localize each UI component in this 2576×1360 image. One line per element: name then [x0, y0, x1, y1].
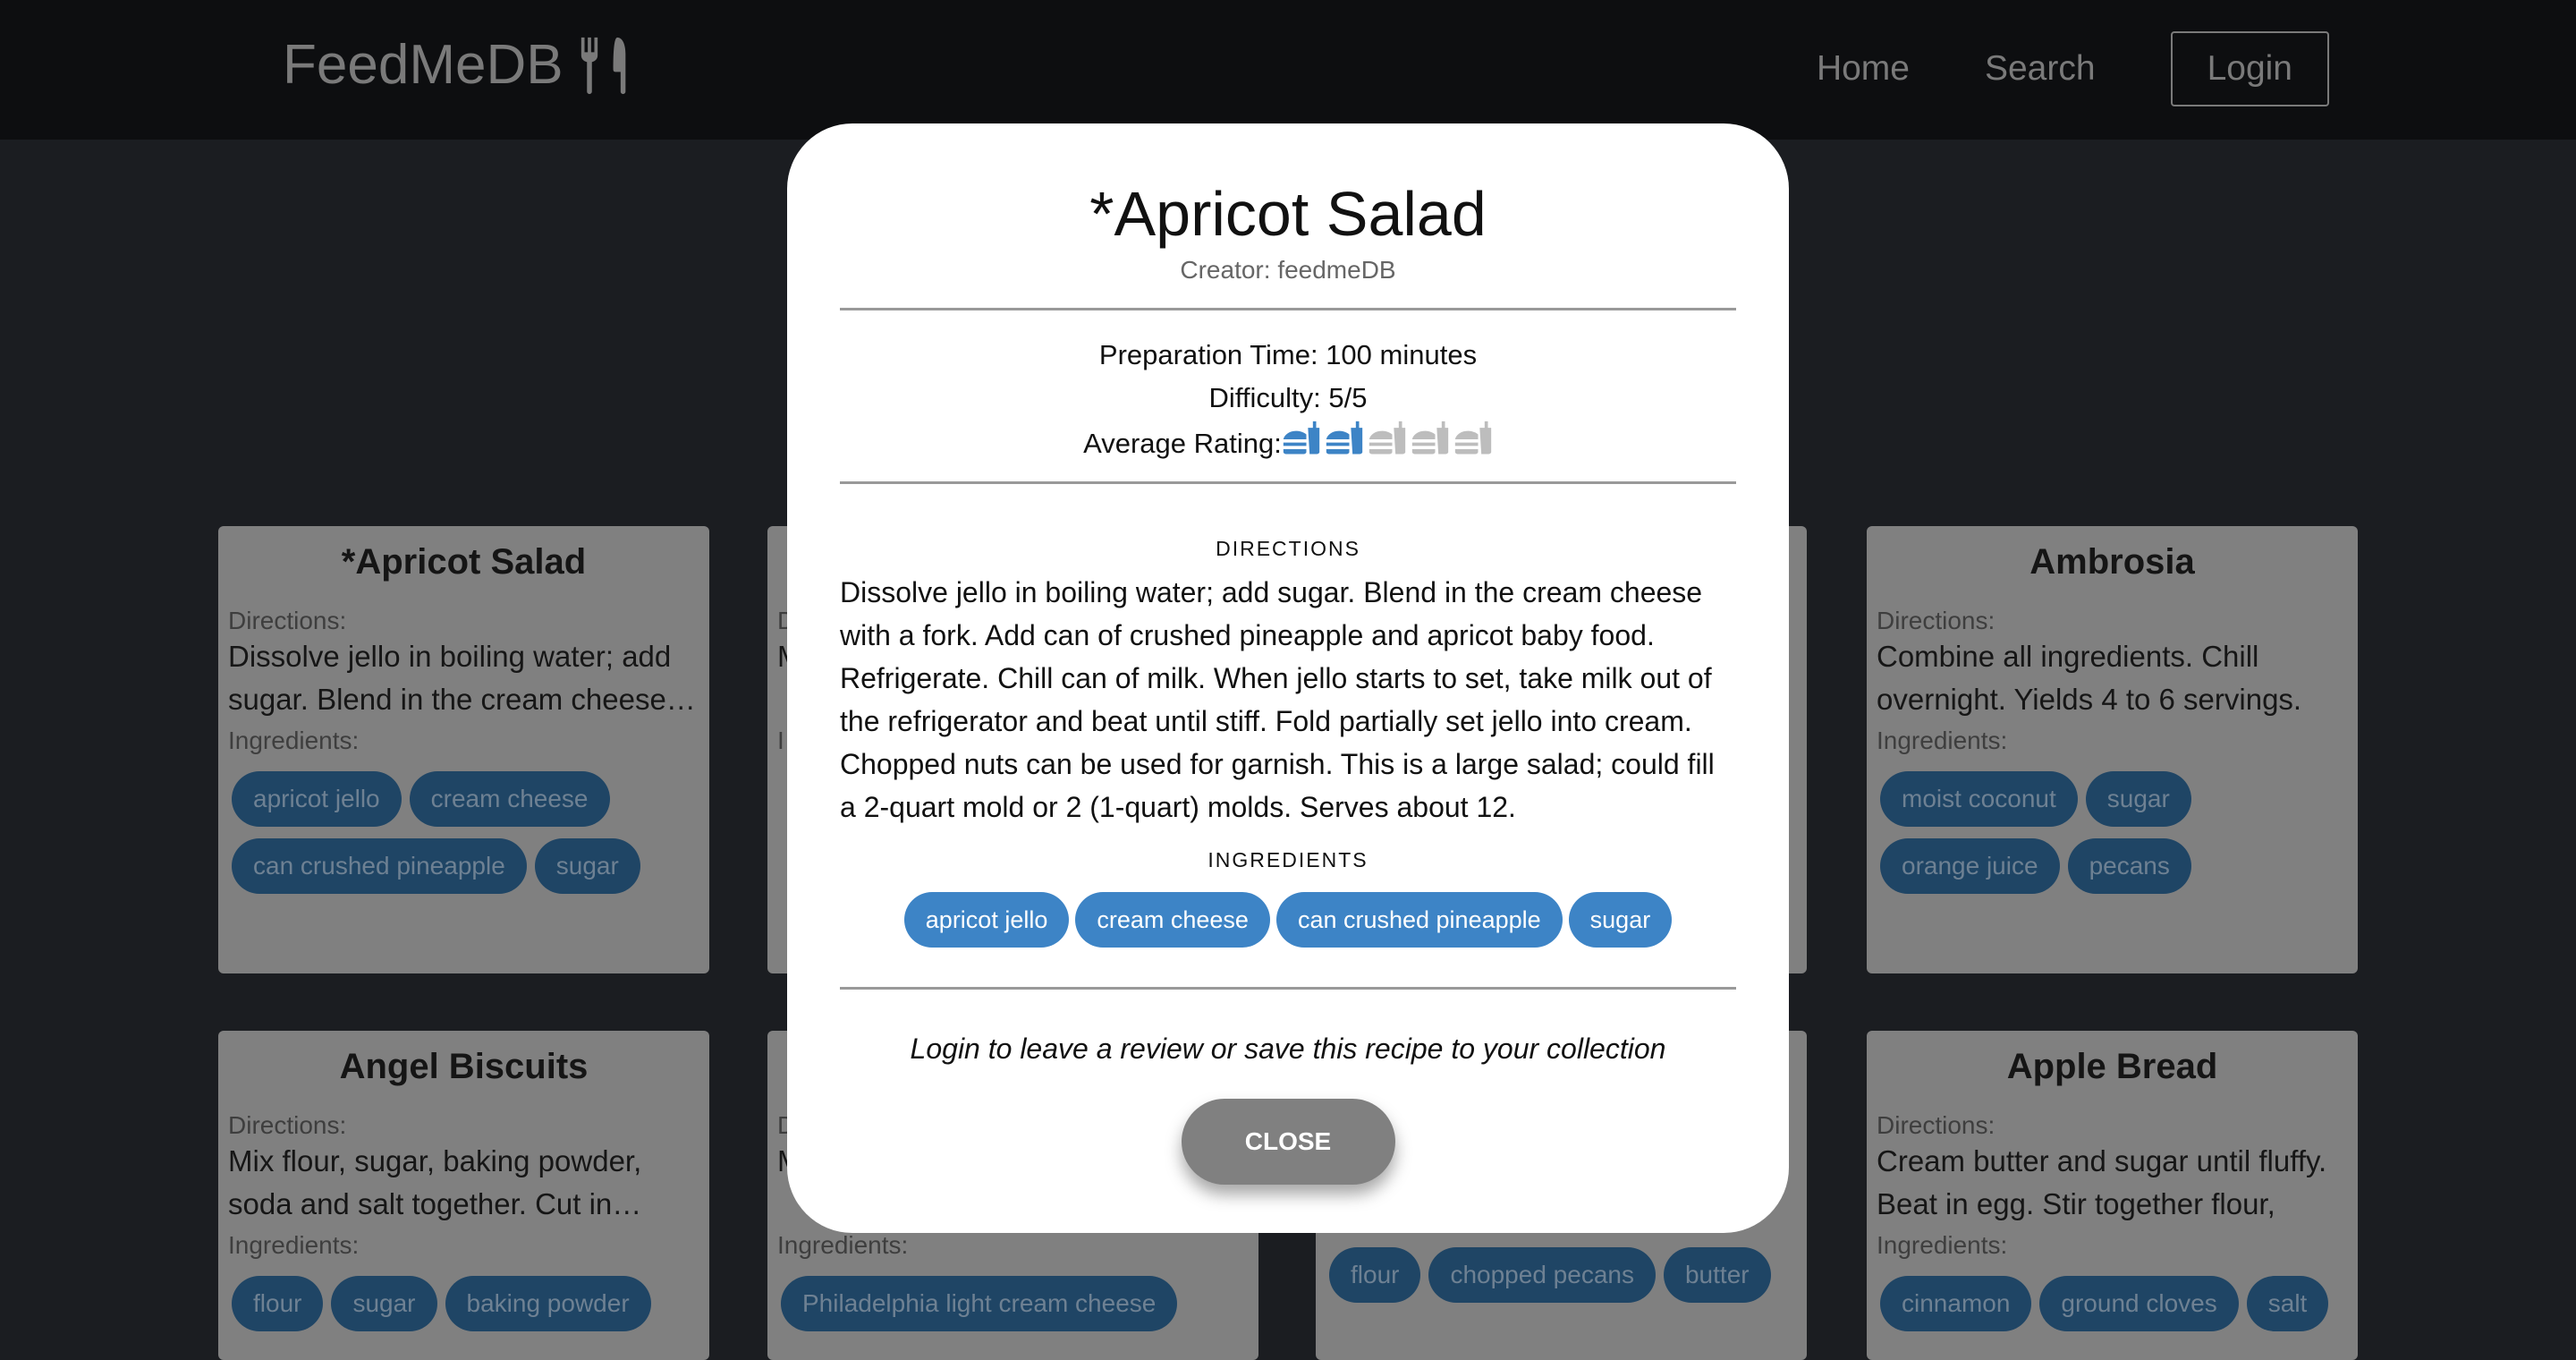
ingredient-chip[interactable]: ground cloves [2039, 1276, 2239, 1331]
ingredients-label: Ingredients: [777, 1231, 909, 1259]
recipe-card[interactable]: Ambrosia Directions: Combine all ingredi… [1867, 526, 2358, 973]
directions-label: Directions: [228, 1111, 347, 1139]
ingredient-chip[interactable]: flour [1329, 1247, 1421, 1303]
ingredient-chip[interactable]: sugar [1568, 892, 1673, 948]
divider [840, 481, 1736, 484]
ingredient-chip[interactable]: butter [1663, 1247, 1771, 1303]
divider [840, 987, 1736, 990]
ingredient-chip[interactable]: salt [2246, 1276, 2329, 1331]
ingredient-chip[interactable]: chopped pecans [1428, 1247, 1656, 1303]
modal-title: *Apricot Salad [1089, 179, 1487, 249]
card-directions: Cream butter and sugar until fluffy. Bea… [1877, 1144, 2327, 1220]
card-directions: Dissolve jello in boiling water; add sug… [228, 640, 696, 716]
ingredients-label: Ingredients: [228, 727, 360, 754]
card-title: Ambrosia [2029, 542, 2195, 582]
ingredients-label: Ingredients: [1877, 727, 2008, 754]
recipe-card[interactable]: *Apricot Salad Directions: Dissolve jell… [218, 526, 709, 973]
directions-text: Dissolve jello in boiling water; add sug… [840, 576, 1715, 823]
card-title: *Apricot Salad [341, 542, 587, 582]
creator: Creator: feedmeDB [1180, 256, 1396, 284]
ingredients-label: Ingredients: [1877, 1231, 2008, 1259]
ingredient-chip[interactable]: can crushed pineapple [1275, 892, 1563, 948]
rating-empty-icon [1411, 421, 1449, 455]
card-directions: Combine all ingredients. Chill overnight… [1877, 640, 2302, 716]
login-button[interactable]: Login [2170, 31, 2329, 106]
ingredient-chip[interactable]: apricot jello [232, 771, 402, 827]
ingredient-chip[interactable]: baking powder [445, 1276, 651, 1331]
ingredient-chip[interactable]: Philadelphia light cream cheese [781, 1276, 1178, 1331]
card-title: Angel Biscuits [339, 1047, 589, 1086]
rating-filled-icon [1326, 421, 1363, 455]
ingredient-chip[interactable]: flour [232, 1276, 324, 1331]
rating-empty-icon [1368, 421, 1406, 455]
ingredient-chip[interactable]: can crushed pineapple [232, 838, 527, 894]
ingredient-chip[interactable]: cinnamon [1880, 1276, 2032, 1331]
card-title: Apple Bread [2006, 1047, 2218, 1086]
close-button[interactable]: CLOSE [1181, 1099, 1395, 1185]
ingredient-chip[interactable]: apricot jello [903, 892, 1070, 948]
ingredient-chip[interactable]: sugar [534, 838, 640, 894]
fork-knife-icon [580, 37, 625, 94]
nav-home-link[interactable]: Home [1817, 49, 1910, 89]
ingredient-chip[interactable]: sugar [2085, 771, 2191, 827]
ingredient-chip[interactable]: pecans [2067, 838, 2191, 894]
rating-label: Average Rating: [1083, 428, 1282, 459]
prep-time: Preparation Time: 100 minutes [1098, 339, 1478, 370]
rating-filled-icon [1283, 421, 1320, 455]
ingredient-chip[interactable]: cream cheese [1075, 892, 1270, 948]
card-directions: Mix flour, sugar, baking powder, soda an… [228, 1144, 642, 1220]
ingredients-label: Ingredients: [228, 1231, 360, 1259]
recipe-card[interactable]: Apple Bread Directions: Cream butter and… [1867, 1031, 2358, 1360]
directions-heading: DIRECTIONS [1216, 537, 1360, 560]
directions-label: Directions: [1877, 607, 1996, 634]
recipe-modal: *Apricot Salad Creator: feedmeDB Prepara… [787, 123, 1789, 1233]
page: FeedMeDB Home Search Login *Apricot Sala… [0, 0, 2576, 1360]
ingredients-heading: INGREDIENTS [1208, 848, 1368, 871]
ingredient-chip[interactable]: cream cheese [409, 771, 610, 827]
navbar: FeedMeDB Home Search Login [0, 0, 2576, 140]
ingredient-chip[interactable]: sugar [331, 1276, 437, 1331]
ingredient-chip[interactable]: orange juice [1880, 838, 2060, 894]
rating-empty-icon [1454, 421, 1492, 455]
brand-logo[interactable]: FeedMeDB [283, 33, 629, 97]
directions-label: Directions: [1877, 1111, 1996, 1139]
ingredient-chip[interactable]: moist coconut [1880, 771, 2078, 827]
recipe-card[interactable]: Angel Biscuits Directions: Mix flour, su… [218, 1031, 709, 1360]
brand-name: FeedMeDB [283, 34, 564, 96]
directions-label: Directions: [228, 607, 347, 634]
nav-search-link[interactable]: Search [1985, 49, 2096, 89]
login-note: Login to leave a review or save this rec… [910, 1033, 1666, 1065]
rating [1282, 420, 1493, 459]
difficulty: Difficulty: 5/5 [1208, 382, 1368, 413]
